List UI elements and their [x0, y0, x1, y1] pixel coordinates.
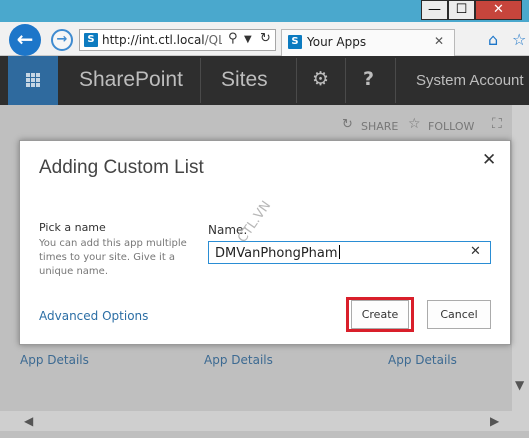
share-link[interactable]: SHARE	[361, 120, 398, 133]
help-icon[interactable]: ?	[363, 68, 374, 90]
horizontal-scrollbar[interactable]: ◀ ▶	[0, 411, 512, 431]
back-button[interactable]: ←	[9, 24, 41, 56]
cancel-button[interactable]: Cancel	[427, 300, 491, 329]
pick-name-description: You can add this app multiple times to y…	[39, 238, 187, 277]
app-details-link[interactable]: App Details	[204, 353, 273, 367]
favorites-star-icon[interactable]: ☆	[512, 30, 526, 49]
divider	[296, 58, 297, 103]
dialog-title: Adding Custom List	[39, 157, 204, 178]
minimize-button[interactable]: —	[421, 0, 448, 20]
maximize-button[interactable]: ☐	[448, 0, 475, 20]
dropdown-arrow-icon[interactable]: ▼	[244, 34, 252, 45]
tab-title: Your Apps	[307, 35, 367, 49]
waffle-icon	[26, 73, 40, 87]
focus-mode-icon[interactable]: ⛶	[492, 116, 502, 132]
vertical-scrollbar[interactable]: ▼	[512, 105, 529, 431]
address-url[interactable]: http://int.ctl.local/QLM	[102, 33, 222, 47]
sharepoint-brand[interactable]: SharePoint	[79, 68, 183, 92]
tab-close-icon[interactable]: ✕	[434, 34, 444, 48]
divider	[345, 58, 346, 103]
back-arrow-icon: ←	[16, 27, 34, 51]
browser-tab[interactable]: S Your Apps ✕	[281, 29, 455, 56]
name-input[interactable]: DMVanPhongPham ✕	[208, 241, 491, 264]
user-menu[interactable]: System Account	[416, 72, 524, 89]
clear-input-icon[interactable]: ✕	[470, 244, 481, 259]
app-details-link[interactable]: App Details	[20, 353, 89, 367]
forward-button[interactable]: →	[51, 29, 73, 51]
text-caret	[338, 245, 340, 259]
scroll-right-icon[interactable]: ▶	[490, 414, 499, 428]
address-bar[interactable]: S http://int.ctl.local/QLM ⚲ ▼ ↻	[79, 29, 276, 51]
add-custom-list-dialog: Adding Custom List ✕ Pick a name You can…	[19, 140, 511, 345]
home-icon[interactable]: ⌂	[488, 30, 498, 49]
name-input-value: DMVanPhongPham	[215, 245, 340, 261]
create-button[interactable]: Create	[351, 300, 409, 329]
dialog-close-icon[interactable]: ✕	[482, 150, 496, 170]
divider	[200, 58, 201, 103]
scroll-down-icon[interactable]: ▼	[515, 378, 524, 392]
close-window-button[interactable]: ✕	[475, 0, 522, 20]
divider	[395, 58, 396, 103]
pick-name-heading: Pick a name	[39, 221, 106, 234]
search-icon[interactable]: ⚲	[228, 31, 238, 46]
forward-arrow-icon: →	[56, 32, 68, 47]
share-icon[interactable]: ↻	[342, 117, 353, 132]
advanced-options-link[interactable]: Advanced Options	[39, 309, 148, 323]
app-launcher-button[interactable]	[8, 56, 58, 105]
follow-star-icon[interactable]: ☆	[408, 116, 421, 132]
follow-link[interactable]: FOLLOW	[428, 120, 474, 133]
settings-gear-icon[interactable]: ⚙	[312, 68, 329, 90]
scroll-left-icon[interactable]: ◀	[24, 414, 33, 428]
refresh-icon[interactable]: ↻	[260, 31, 271, 46]
sharepoint-favicon-icon: S	[288, 35, 302, 49]
sharepoint-favicon-icon: S	[84, 33, 98, 47]
app-details-link[interactable]: App Details	[388, 353, 457, 367]
sites-link[interactable]: Sites	[221, 68, 268, 92]
